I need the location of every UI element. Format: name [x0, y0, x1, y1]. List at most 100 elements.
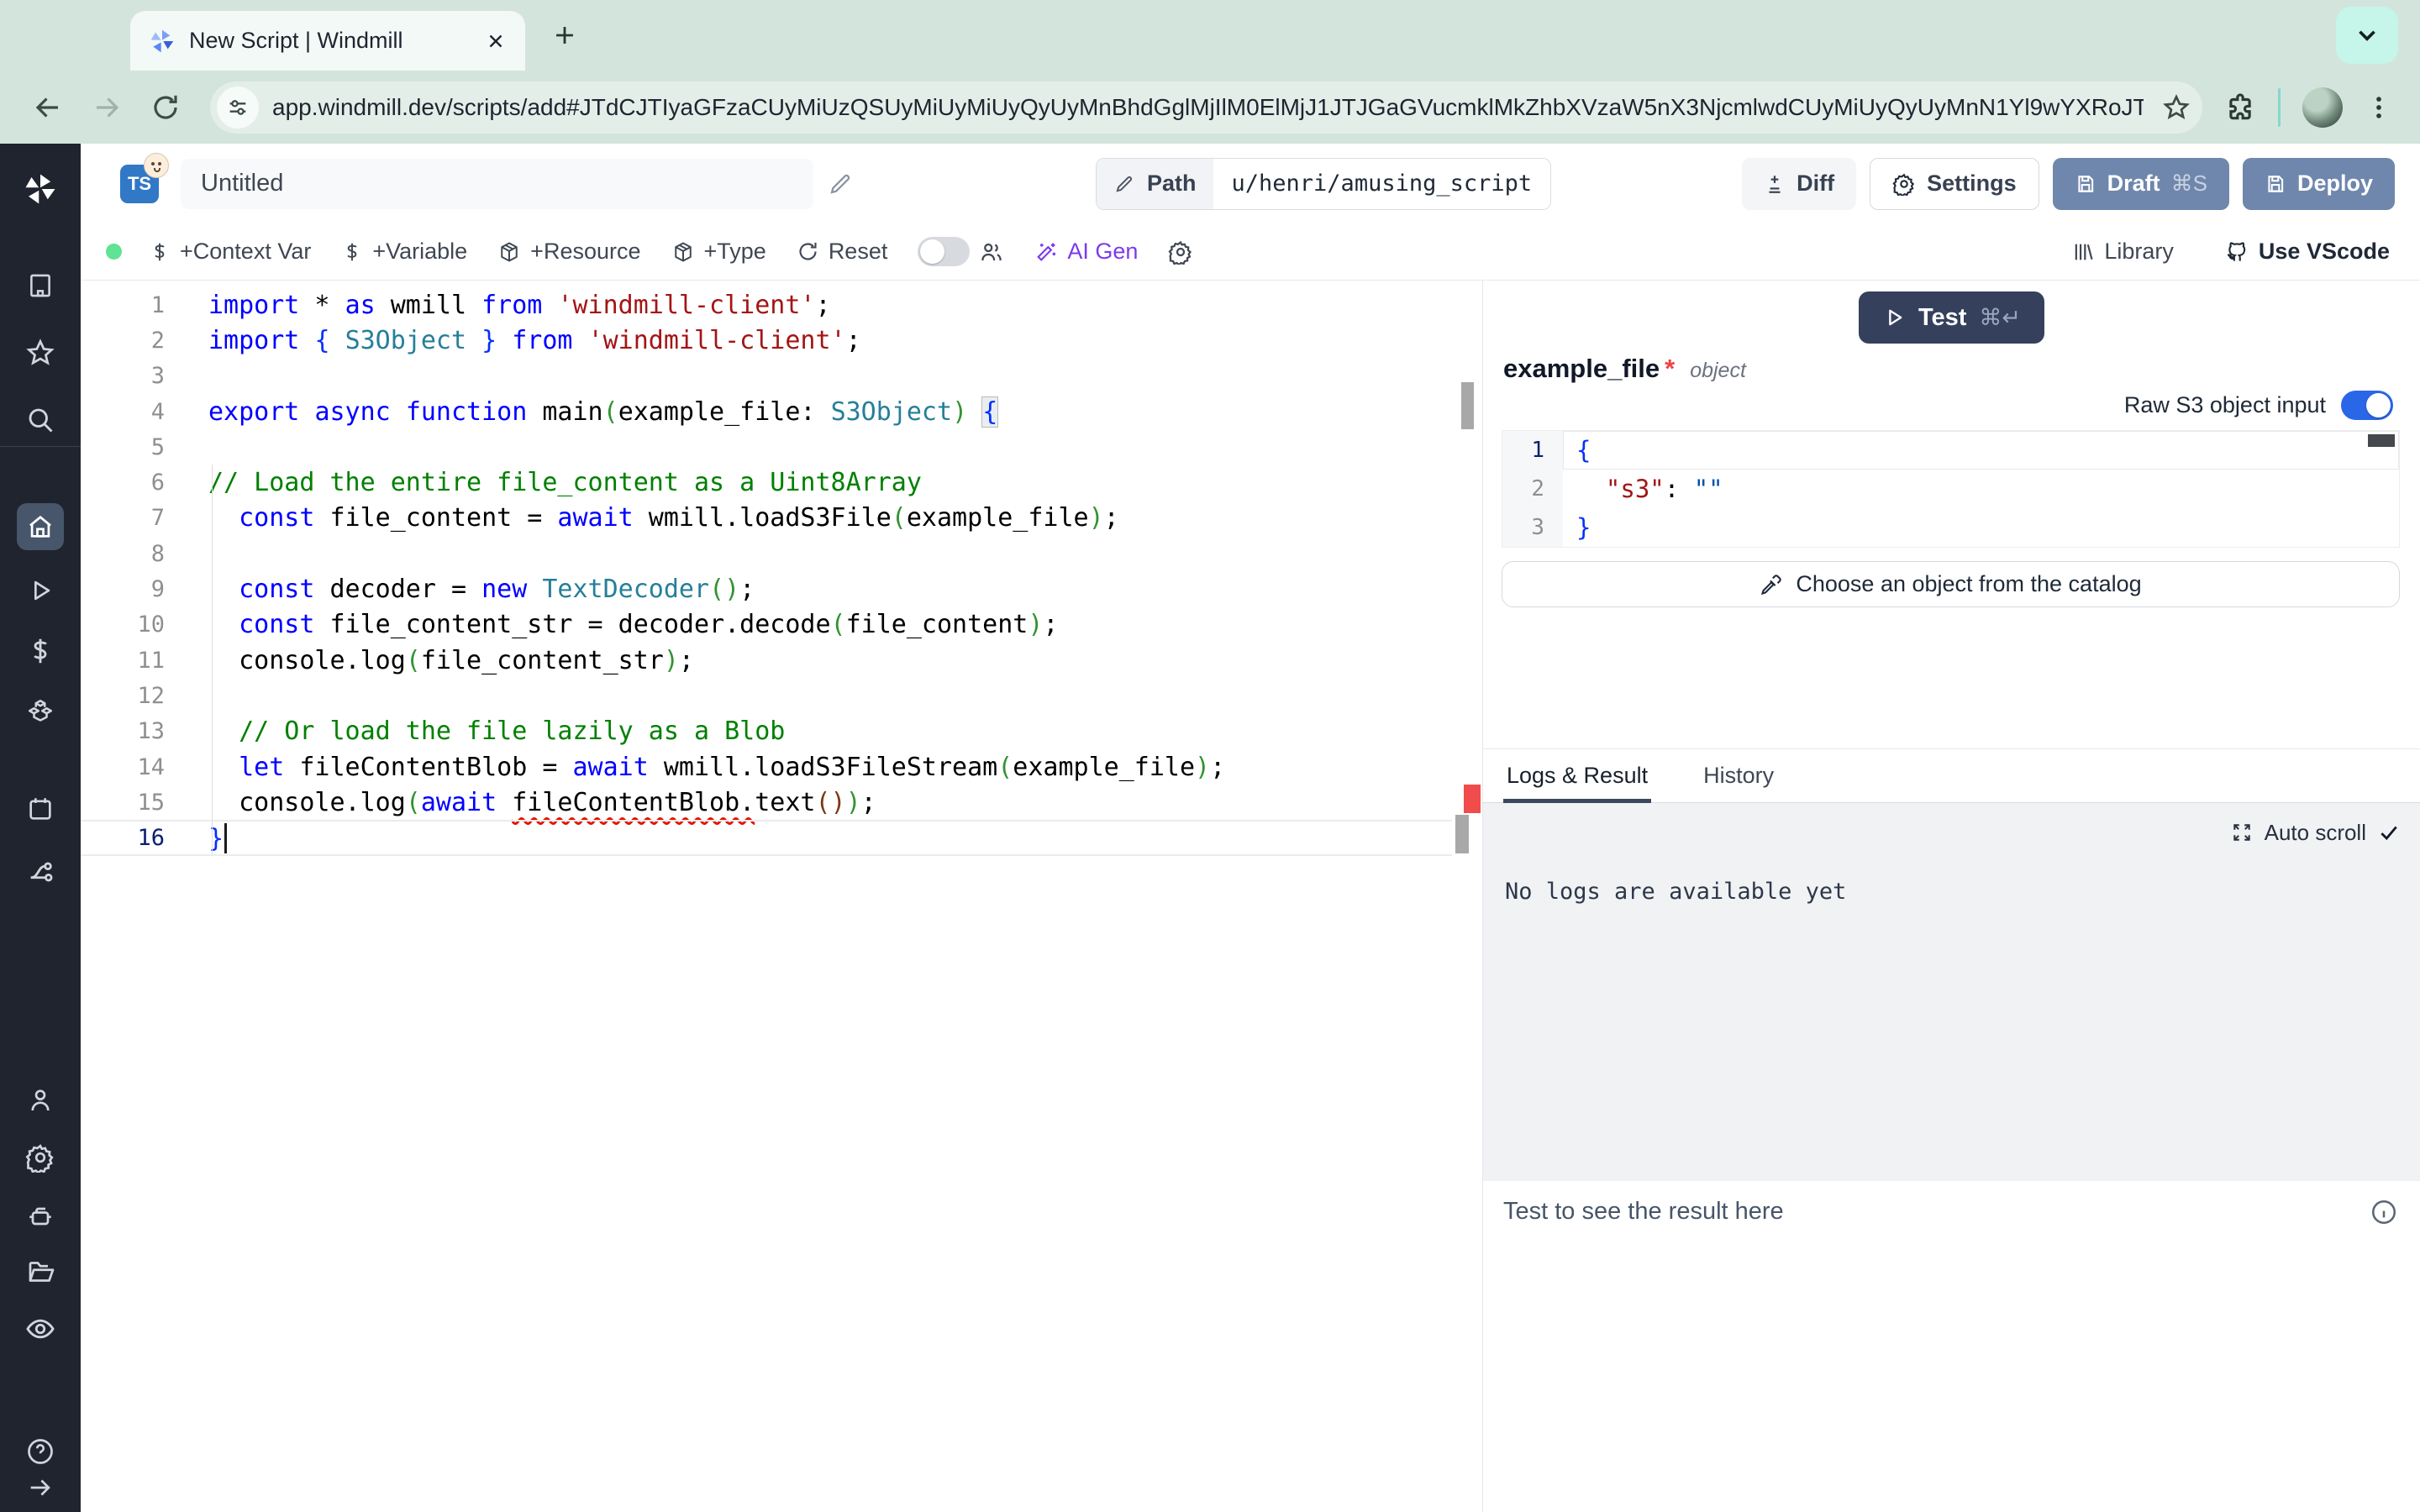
use-vscode-button[interactable]: Use VScode: [2224, 239, 2390, 265]
address-bar[interactable]: app.windmill.dev/scripts/add#JTdCJTIyaGF…: [210, 81, 2202, 134]
add-context-var-button[interactable]: +Context Var: [149, 239, 311, 265]
sidebar-item-variables[interactable]: [0, 627, 81, 675]
plus-minus-icon: [1764, 173, 1786, 195]
profile-avatar[interactable]: [2302, 87, 2343, 128]
browser-chrome: New Script | Windmill: [0, 0, 2420, 144]
sidebar-item-settings[interactable]: [0, 1134, 81, 1181]
expand-sidebar-icon[interactable]: [0, 1464, 81, 1511]
editor-line-5[interactable]: 5: [81, 429, 1482, 465]
forward-arrow-icon: [81, 81, 133, 134]
add-variable-button[interactable]: +Variable: [341, 239, 467, 265]
auto-scroll-control[interactable]: Auto scroll: [2231, 820, 2400, 846]
search-icon[interactable]: [0, 396, 81, 444]
reload-icon[interactable]: [139, 81, 192, 134]
add-resource-button[interactable]: +Resource: [497, 239, 640, 265]
editor-line-2[interactable]: 2import { S3Object } from 'windmill-clie…: [81, 323, 1482, 358]
test-button[interactable]: Test ⌘↵: [1859, 291, 2044, 344]
draft-button[interactable]: Draft ⌘S: [2053, 158, 2229, 210]
url-text[interactable]: app.windmill.dev/scripts/add#JTdCJTIyaGF…: [272, 94, 2144, 121]
s3-object-json-editor[interactable]: 1{2 "s3": ""3}: [1502, 430, 2400, 548]
path-editor[interactable]: Path u/henri/amusing_script: [1096, 158, 1551, 210]
sidebar-item-schedules[interactable]: [0, 785, 81, 832]
browser-url-row: app.windmill.dev/scripts/add#JTdCJTIyaGF…: [0, 71, 2420, 144]
line-number: 14: [81, 754, 165, 780]
editor-line-4[interactable]: 4export async function main(example_file…: [81, 394, 1482, 429]
tab-history[interactable]: History: [1700, 749, 1777, 803]
sidebar-item-workers[interactable]: [0, 1193, 81, 1240]
new-tab-button[interactable]: [550, 21, 579, 50]
info-icon[interactable]: [2370, 1198, 2398, 1226]
editor-line-10[interactable]: 10 const file_content_str = decoder.deco…: [81, 607, 1482, 643]
script-header: TS Untitled Path u/henri/amusing_script: [81, 144, 2420, 223]
dollar-icon: [149, 241, 171, 263]
collab-toggle-group: [918, 237, 1004, 266]
line-number: 3: [1502, 508, 1563, 547]
deploy-button[interactable]: Deploy: [2243, 158, 2395, 210]
editor-line-13[interactable]: 13 // Or load the file lazily as a Blob: [81, 714, 1482, 749]
json-line-1[interactable]: 1{: [1502, 431, 2399, 470]
package-icon: [671, 240, 695, 264]
editor-line-7[interactable]: 7 const file_content = await wmill.loadS…: [81, 501, 1482, 536]
play-icon: [1882, 306, 1906, 329]
tab-logs-and-result[interactable]: Logs & Result: [1503, 749, 1651, 803]
editor-settings-gear-icon[interactable]: [1168, 239, 1193, 265]
editor-line-1[interactable]: 1import * as wmill from 'windmill-client…: [81, 287, 1482, 323]
reset-button[interactable]: Reset: [797, 239, 888, 265]
sidebar-item-folders[interactable]: [0, 1248, 81, 1295]
edit-summary-pencil-icon[interactable]: [827, 171, 854, 197]
window-chevron-button[interactable]: [2336, 7, 2398, 64]
ai-gen-button[interactable]: AI Gen: [1034, 239, 1138, 265]
line-number: 5: [81, 434, 165, 460]
library-button[interactable]: Library: [2071, 239, 2174, 265]
editor-code-text: console.log(await fileContentBlob.text()…: [165, 788, 876, 817]
sidebar-item-user[interactable]: [0, 1077, 81, 1124]
kebab-menu-icon[interactable]: [2365, 93, 2393, 122]
settings-button[interactable]: Settings: [1870, 158, 2039, 210]
sidebar-item-audit-logs[interactable]: [0, 1305, 81, 1352]
overview-ruler-error-mark: [1464, 785, 1481, 813]
json-line-3[interactable]: 3}: [1502, 508, 2399, 547]
editor-toolbar: +Context Var +Variable +Resource +Type R…: [81, 223, 2420, 281]
site-settings-icon[interactable]: [217, 87, 259, 129]
editor-line-3[interactable]: 3: [81, 359, 1482, 394]
package-icon: [497, 240, 521, 264]
sidebar-item-resources[interactable]: [0, 688, 81, 735]
json-line-2[interactable]: 2 "s3": "": [1502, 470, 2399, 508]
raw-s3-input-toggle[interactable]: [2341, 391, 2393, 420]
divider: [2278, 88, 2281, 127]
sidebar-item-flows[interactable]: [0, 848, 81, 895]
tab-close-icon[interactable]: [485, 30, 507, 52]
result-area: Test to see the result here: [1483, 1181, 2420, 1226]
sidebar-item-runs[interactable]: [0, 567, 81, 614]
browser-tab[interactable]: New Script | Windmill: [130, 11, 525, 71]
required-mark: *: [1665, 354, 1675, 384]
sidebar-item-home[interactable]: [0, 503, 81, 550]
favorites-star-icon[interactable]: [0, 329, 81, 376]
editor-code-text: // Load the entire file_content as a Uin…: [165, 468, 922, 497]
editor-line-11[interactable]: 11 console.log(file_content_str);: [81, 643, 1482, 678]
workspace-icon[interactable]: [0, 262, 81, 309]
check-icon: [2378, 822, 2400, 843]
typescript-language-icon[interactable]: TS: [120, 165, 159, 203]
code-editor[interactable]: 1import * as wmill from 'windmill-client…: [81, 281, 1483, 1512]
editor-line-16[interactable]: 16}: [81, 820, 1482, 855]
tab-title: New Script | Windmill: [189, 28, 471, 54]
bookmark-star-icon[interactable]: [2157, 81, 2196, 134]
choose-object-button[interactable]: Choose an object from the catalog: [1502, 561, 2400, 607]
add-type-button[interactable]: +Type: [671, 239, 766, 265]
windmill-logo[interactable]: [0, 165, 81, 213]
editor-line-9[interactable]: 9 const decoder = new TextDecoder();: [81, 571, 1482, 606]
overview-ruler-mark: [1461, 382, 1474, 429]
line-number: 15: [81, 790, 165, 816]
diff-button[interactable]: Diff: [1742, 158, 1856, 210]
editor-line-14[interactable]: 14 let fileContentBlob = await wmill.loa…: [81, 749, 1482, 785]
collaboration-toggle[interactable]: [918, 237, 970, 266]
editor-line-8[interactable]: 8: [81, 536, 1482, 571]
editor-line-12[interactable]: 12: [81, 678, 1482, 713]
editor-line-15[interactable]: 15 console.log(await fileContentBlob.tex…: [81, 785, 1482, 820]
extensions-icon[interactable]: [2224, 92, 2256, 123]
line-number: 2: [81, 328, 165, 354]
back-arrow-icon[interactable]: [22, 81, 74, 134]
editor-line-6[interactable]: 6// Load the entire file_content as a Ui…: [81, 465, 1482, 500]
script-summary-input[interactable]: Untitled: [181, 159, 813, 209]
